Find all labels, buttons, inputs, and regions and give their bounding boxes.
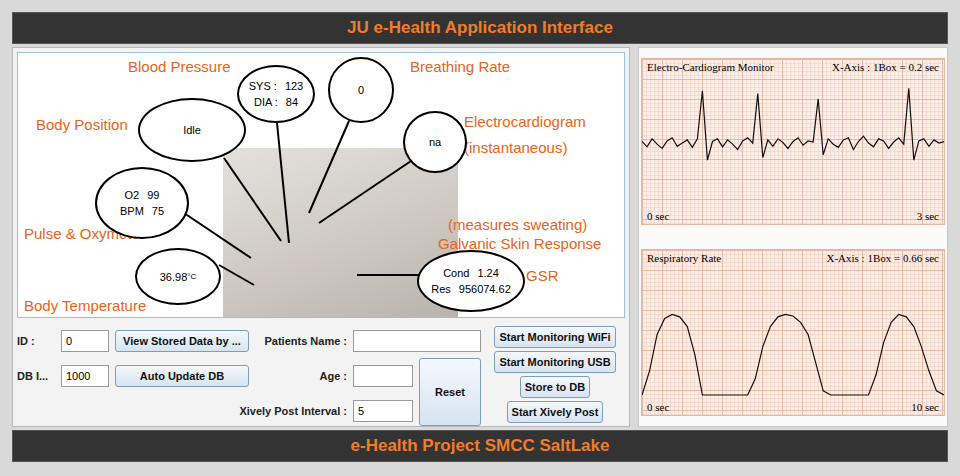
reset-button[interactable]: Reset [419,358,481,426]
axis-end: 10 sec [911,401,939,413]
bubble-field: 36.98°C [160,271,197,283]
footer-title: e-Health Project SMCC SaltLake [351,436,610,456]
auto-update-button[interactable]: Auto Update DB [115,365,249,387]
chart-title: Respiratory Rate [647,252,721,264]
field-value: 956074.62 [459,283,511,295]
chart-plot [642,75,944,208]
chart: Electro-Cardiogram Monitor X-Axis : 1Box … [641,58,945,225]
reading-bubble: Idle [138,98,246,162]
field-value: 0 [358,84,364,96]
field-label: O2 [125,189,140,201]
bubble-field: na [429,136,441,148]
action-button[interactable]: Start Monitoring USB [494,351,615,373]
reading-bubble: Cond 1.24 Res 956074.62 [417,250,525,312]
reading-bubble: 36.98°C [135,248,221,305]
id-label: ID : [17,335,55,347]
sensor-label: (measures sweating) [448,216,587,233]
sensor-label: Breathing Rate [410,58,510,75]
field-label: Res [431,283,451,295]
bubble-field: BPM 75 [120,205,164,217]
chart-title: Electro-Cardiogram Monitor [647,61,774,73]
header-title: JU e-Health Application Interface [347,18,613,38]
field-label: Cond [443,267,469,279]
connector-line [277,123,289,243]
bubble-field: Cond 1.24 [443,267,499,279]
reading-bubble: 0 [328,57,394,123]
chart-axis-label: X-Axis : 1Box = 0.2 sec [832,61,939,73]
chart-axis-label: X-Axis : 1Box = 0.66 sec [826,252,939,264]
age-input[interactable] [353,365,413,387]
field-value: 84 [286,96,298,108]
connector-line [357,274,419,276]
axis-start: 0 sec [647,210,669,222]
id-input[interactable] [61,330,109,352]
monitor-panel: Electro-Cardiogram Monitor X-Axis : 1Box … [638,47,948,427]
bubble-field: Res 956074.62 [431,283,511,295]
bubble-field: Idle [183,124,201,136]
control-form: ID : View Stored Data by ... Patients Name… [17,326,625,426]
chart-line [642,314,944,395]
field-value: na [429,136,441,148]
connector-line [219,265,254,285]
field-label: SYS : [249,80,277,92]
field-value: 75 [152,205,164,217]
reading-bubble: na [403,111,467,173]
field-value: 99 [147,189,159,201]
action-button[interactable]: Start Xively Post [507,401,604,423]
bubble-field: DIA : 84 [254,96,298,108]
sensor-label: (instantaneous) [464,139,567,156]
action-buttons: Start Monitoring WiFi Start Monitoring US… [487,326,623,423]
view-stored-button[interactable]: View Stored Data by ... [115,330,249,352]
header-bar: JU e-Health Application Interface [12,12,948,44]
xively-interval-label: Xively Post Interval : [61,405,347,417]
reading-bubble: O2 99BPM 75 [95,167,189,239]
bubble-field: O2 99 [125,189,160,201]
patient-name-label: Patients Name : [255,335,347,347]
sensor-label: Body Temperature [24,297,146,314]
chart-header: Electro-Cardiogram Monitor X-Axis : 1Box … [642,59,944,75]
connector-line [319,161,411,223]
main-area: Blood Pressure Breathing Rate Body Positio… [12,47,948,427]
app-window: JU e-Health Application Interface Blood P… [0,0,960,476]
action-button[interactable]: Store to DB [520,376,591,398]
left-panel: Blood Pressure Breathing Rate Body Positio… [12,47,630,427]
sensor-canvas: Blood Pressure Breathing Rate Body Positio… [17,52,625,318]
chart-footer: 0 sec 3 sec [642,208,944,224]
age-label: Age : [255,370,347,382]
chart-plot [642,266,944,399]
field-value: Idle [183,124,201,136]
bubble-field: 0 [358,84,364,96]
field-label: BPM [120,205,144,217]
field-unit: °C [187,272,196,281]
sensor-label: Body Position [36,116,128,133]
db-label: DB I... [17,370,55,382]
field-value: 123 [285,80,303,92]
db-input[interactable] [61,365,109,387]
chart-footer: 0 sec 10 sec [642,399,944,415]
axis-start: 0 sec [647,401,669,413]
chart-line [642,88,944,160]
connector-line [309,121,349,213]
action-button[interactable]: Start Monitoring WiFi [494,326,615,348]
footer-bar: e-Health Project SMCC SaltLake [12,430,948,462]
sensor-label: Electrocardiogram [464,113,586,130]
sensor-label: GSR [526,267,559,284]
xively-interval-input[interactable] [353,400,413,422]
connector-line [224,158,281,241]
chart: Respiratory Rate X-Axis : 1Box = 0.66 sec… [641,249,945,416]
reading-bubble: SYS : 123 DIA : 84 [237,65,315,123]
bubble-field: SYS : 123 [249,80,303,92]
axis-end: 3 sec [917,210,939,222]
sensor-label: Blood Pressure [128,58,231,75]
patient-name-input[interactable] [353,330,481,352]
chart-header: Respiratory Rate X-Axis : 1Box = 0.66 sec [642,250,944,266]
form-grid: ID : View Stored Data by ... Patients Name… [17,326,481,426]
field-value: 1.24 [477,267,498,279]
field-label: DIA : [254,96,278,108]
field-value: 36.98°C [160,271,197,283]
